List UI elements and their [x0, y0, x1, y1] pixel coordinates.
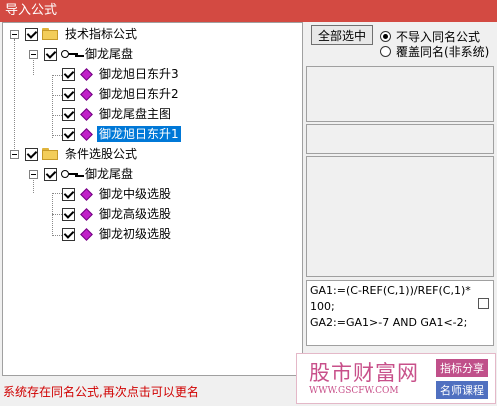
- tree-group-label[interactable]: 条件选股公式: [63, 146, 139, 162]
- tree-item-label[interactable]: 御龙旭日东升3: [97, 66, 181, 82]
- tree-item: 御龙中级选股: [62, 185, 173, 203]
- tree-item: 御龙高级选股: [62, 205, 173, 223]
- tree-item-label-selected[interactable]: 御龙旭日东升1: [97, 126, 181, 142]
- tree-item-label[interactable]: 御龙初级选股: [97, 226, 173, 242]
- tree-item: 御龙旭日东升3: [62, 65, 181, 83]
- item-checkbox[interactable]: [62, 107, 75, 121]
- formula-tree[interactable]: 技术指标公式 御龙尾盘 御龙旭日东升3 御龙旭日东升2 御龙尾盘主图 御龙旭日东…: [2, 22, 303, 376]
- tree-group-indicator: 技术指标公式: [10, 25, 139, 43]
- tree-connector: [14, 39, 15, 155]
- collapse-toggle[interactable]: [29, 49, 38, 59]
- tree-item: 御龙旭日东升2: [62, 85, 181, 103]
- window-title: 导入公式: [5, 3, 58, 18]
- tree-group-label[interactable]: 技术指标公式: [63, 26, 139, 42]
- formula-diamond-icon: [80, 207, 93, 221]
- collapse-toggle[interactable]: [10, 29, 19, 39]
- watermark-logo: 股市财富网 WWW.GSCFW.COM 指标分享 名师课程: [296, 353, 496, 404]
- status-message: 系统存在同名公式,再次点击可以更名: [3, 385, 199, 399]
- watermark-tag: 名师课程: [436, 381, 488, 399]
- tree-item-label[interactable]: 御龙旭日东升2: [97, 86, 181, 102]
- collapse-toggle[interactable]: [29, 169, 38, 179]
- info-panel-top: [306, 66, 494, 122]
- tree-item: 御龙旭日东升1: [62, 125, 181, 143]
- item-checkbox[interactable]: [62, 187, 75, 201]
- item-checkbox[interactable]: [62, 127, 75, 141]
- formula-diamond-icon: [80, 227, 93, 241]
- formula-text: GA1:=(C-REF(C,1))/REF(C,1)*100; GA2:=GA1…: [310, 284, 471, 329]
- formula-diamond-icon: [80, 87, 93, 101]
- radio-label[interactable]: 覆盖同名(非系统): [396, 43, 489, 60]
- radio-dot[interactable]: [380, 46, 391, 57]
- tree-subgroup: 御龙尾盘: [29, 165, 135, 183]
- group-checkbox[interactable]: [25, 147, 38, 161]
- watermark-brand: 股市财富网: [309, 361, 419, 385]
- item-checkbox[interactable]: [62, 67, 75, 81]
- folder-icon: [42, 148, 58, 160]
- tree-connector: [52, 75, 53, 138]
- item-checkbox[interactable]: [62, 207, 75, 221]
- title-bar: 导入公式: [0, 0, 497, 22]
- formula-diamond-icon: [80, 187, 93, 201]
- info-panel-description: [306, 156, 494, 277]
- formula-preview[interactable]: GA1:=(C-REF(C,1))/REF(C,1)*100; GA2:=GA1…: [306, 280, 494, 346]
- tree-subgroup-label[interactable]: 御龙尾盘: [83, 166, 135, 182]
- tree-subgroup-label[interactable]: 御龙尾盘: [83, 46, 135, 62]
- tree-subgroup: 御龙尾盘: [29, 45, 135, 63]
- tree-item-label[interactable]: 御龙尾盘主图: [97, 106, 173, 122]
- import-formula-dialog: 导入公式 技术指标公式 御龙尾盘 御龙旭日东升3 御龙旭日东升2 御龙尾盘主图 …: [0, 0, 497, 406]
- tree-group: 条件选股公式: [10, 145, 139, 163]
- formula-checkbox[interactable]: [478, 298, 489, 309]
- tree-item: 御龙尾盘主图: [62, 105, 173, 123]
- formula-diamond-icon: [80, 107, 93, 121]
- tree-item: 御龙初级选股: [62, 225, 173, 243]
- watermark-url: WWW.GSCFW.COM: [309, 386, 399, 396]
- key-icon: [61, 169, 79, 179]
- tree-item-label[interactable]: 御龙中级选股: [97, 186, 173, 202]
- watermark-tag: 指标分享: [436, 359, 488, 377]
- formula-diamond-icon: [80, 127, 93, 141]
- radio-overwrite-duplicates[interactable]: 覆盖同名(非系统): [380, 43, 489, 60]
- item-checkbox[interactable]: [62, 87, 75, 101]
- subgroup-checkbox[interactable]: [44, 47, 57, 61]
- radio-dot[interactable]: [380, 31, 391, 42]
- tree-item-label[interactable]: 御龙高级选股: [97, 206, 173, 222]
- formula-diamond-icon: [80, 67, 93, 81]
- group-checkbox[interactable]: [25, 27, 38, 41]
- info-panel-middle: [306, 124, 494, 154]
- folder-icon: [42, 28, 58, 40]
- key-icon: [61, 49, 79, 59]
- item-checkbox[interactable]: [62, 227, 75, 241]
- subgroup-checkbox[interactable]: [44, 167, 57, 181]
- collapse-toggle[interactable]: [10, 149, 19, 159]
- select-all-button[interactable]: 全部选中: [311, 25, 373, 45]
